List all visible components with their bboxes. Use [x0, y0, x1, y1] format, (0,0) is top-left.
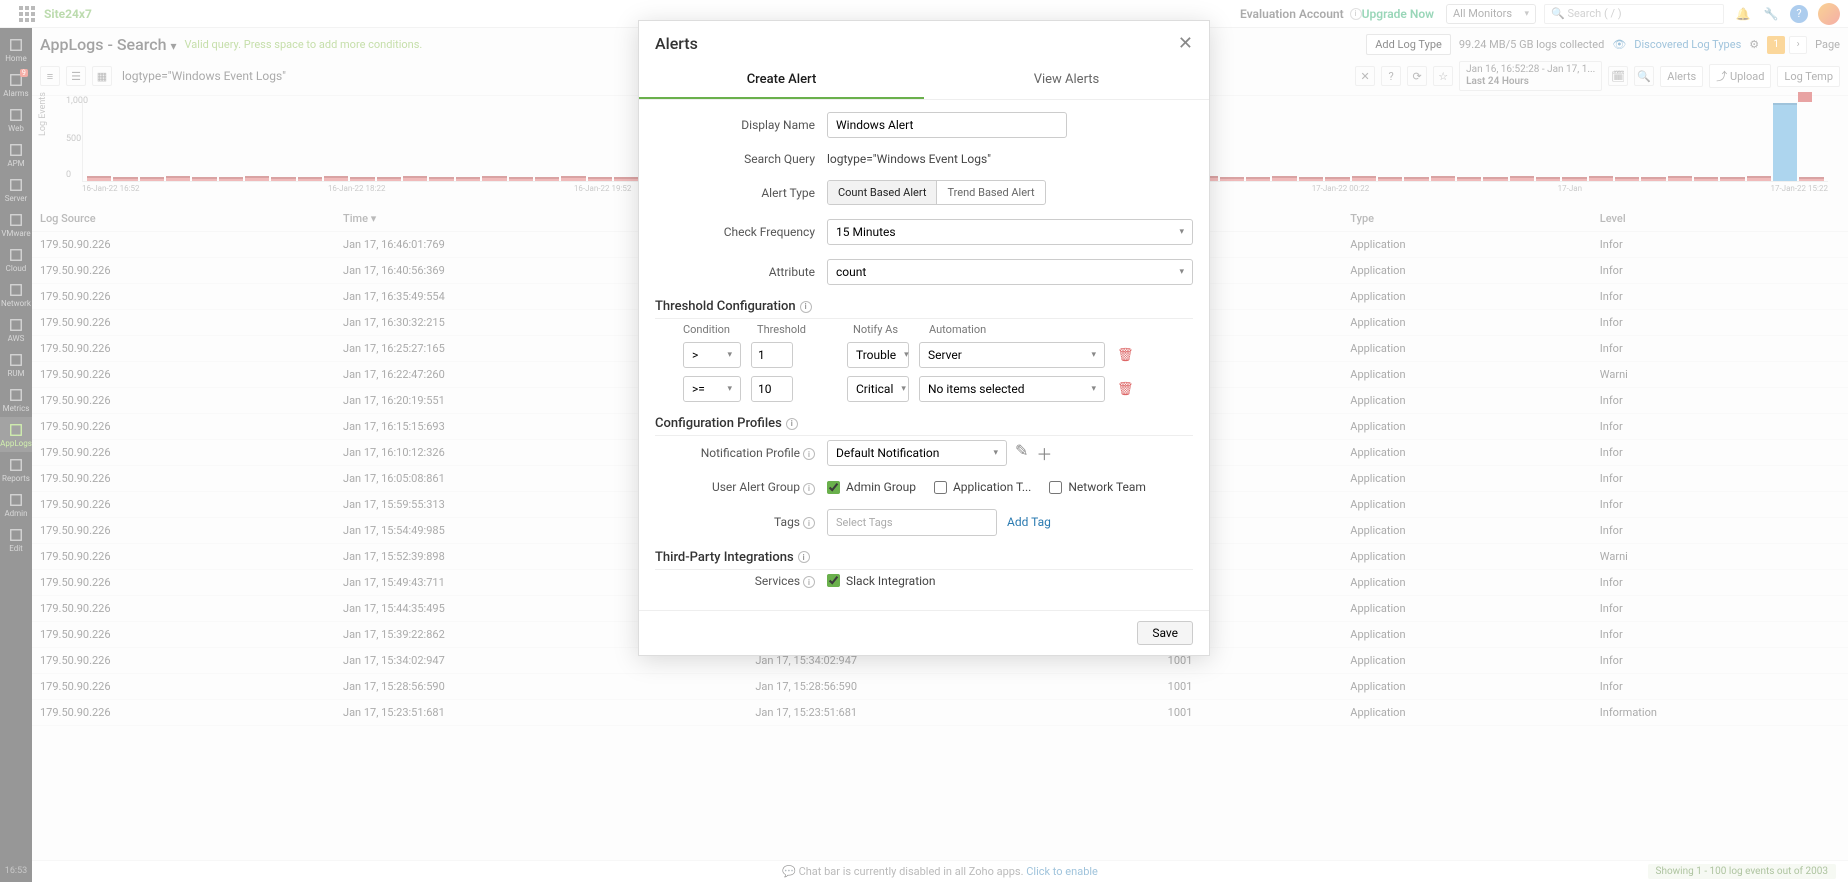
section-threshold: Threshold Configurationi — [655, 299, 1193, 319]
delete-row-icon[interactable]: 🗑 — [1117, 382, 1134, 397]
pill-trend-based[interactable]: Trend Based Alert — [936, 181, 1044, 204]
threshold-input[interactable] — [751, 342, 793, 368]
search-query-text: logtype="Windows Event Logs" — [827, 152, 1193, 166]
check-frequency-select[interactable]: 15 Minutes▾ — [827, 219, 1193, 245]
close-icon[interactable]: ✕ — [1178, 33, 1193, 54]
pill-count-based[interactable]: Count Based Alert — [828, 181, 936, 204]
label-services: Services i — [655, 574, 815, 589]
threshold-columns: Condition Threshold Notify As Automation — [655, 323, 1193, 336]
threshold-input[interactable] — [751, 376, 793, 402]
section-config-profiles: Configuration Profilesi — [655, 416, 1193, 436]
alerts-modal: Alerts ✕ Create Alert View Alerts Displa… — [638, 20, 1210, 656]
service-slack-checkbox[interactable]: Slack Integration — [827, 574, 936, 588]
condition-select[interactable]: >▾ — [683, 342, 741, 368]
modal-title: Alerts — [655, 34, 698, 53]
info-icon[interactable]: i — [786, 418, 798, 430]
user-alert-groups: Admin Group Application T... Network Team — [827, 480, 1193, 494]
modal-overlay: Alerts ✕ Create Alert View Alerts Displa… — [0, 0, 1848, 882]
info-icon[interactable]: i — [798, 551, 810, 563]
tab-view-alerts[interactable]: View Alerts — [924, 62, 1209, 99]
attribute-select[interactable]: count▾ — [827, 259, 1193, 285]
label-user-alert-group: User Alert Group i — [655, 480, 815, 495]
add-tag-link[interactable]: Add Tag — [1007, 515, 1051, 529]
label-display-name: Display Name — [655, 118, 815, 132]
display-name-input[interactable] — [827, 112, 1067, 138]
modal-tabs: Create Alert View Alerts — [639, 62, 1209, 100]
save-button[interactable]: Save — [1137, 621, 1193, 645]
automation-select[interactable]: Server▾ — [919, 342, 1105, 368]
group-checkbox[interactable]: Admin Group — [827, 480, 916, 494]
tags-input[interactable]: Select Tags — [827, 509, 997, 536]
label-notification-profile: Notification Profile i — [655, 446, 815, 461]
notification-profile-select[interactable]: Default Notification▾ — [827, 440, 1007, 466]
condition-select[interactable]: >=▾ — [683, 376, 741, 402]
group-checkbox[interactable]: Application T... — [934, 480, 1031, 494]
automation-select[interactable]: No items selected▾ — [919, 376, 1105, 402]
group-checkbox[interactable]: Network Team — [1049, 480, 1146, 494]
tab-create-alert[interactable]: Create Alert — [639, 62, 924, 99]
section-third-party: Third-Party Integrationsi — [655, 550, 1193, 570]
threshold-row: >=▾ Critical▾ No items selected▾ 🗑 — [655, 376, 1193, 402]
label-check-frequency: Check Frequency — [655, 225, 815, 239]
edit-icon[interactable]: ✎ — [1015, 441, 1028, 465]
add-icon[interactable]: ＋ — [1036, 441, 1052, 465]
notify-as-select[interactable]: Critical▾ — [847, 376, 909, 402]
label-tags: Tags i — [655, 515, 815, 530]
label-attribute: Attribute — [655, 265, 815, 279]
notify-as-select[interactable]: Trouble▾ — [847, 342, 909, 368]
delete-row-icon[interactable]: 🗑 — [1117, 348, 1134, 363]
threshold-row: >▾ Trouble▾ Server▾ 🗑 — [655, 342, 1193, 368]
alert-type-toggle: Count Based Alert Trend Based Alert — [827, 180, 1046, 205]
label-alert-type: Alert Type — [655, 186, 815, 200]
info-icon[interactable]: i — [800, 301, 812, 313]
label-search-query: Search Query — [655, 152, 815, 166]
